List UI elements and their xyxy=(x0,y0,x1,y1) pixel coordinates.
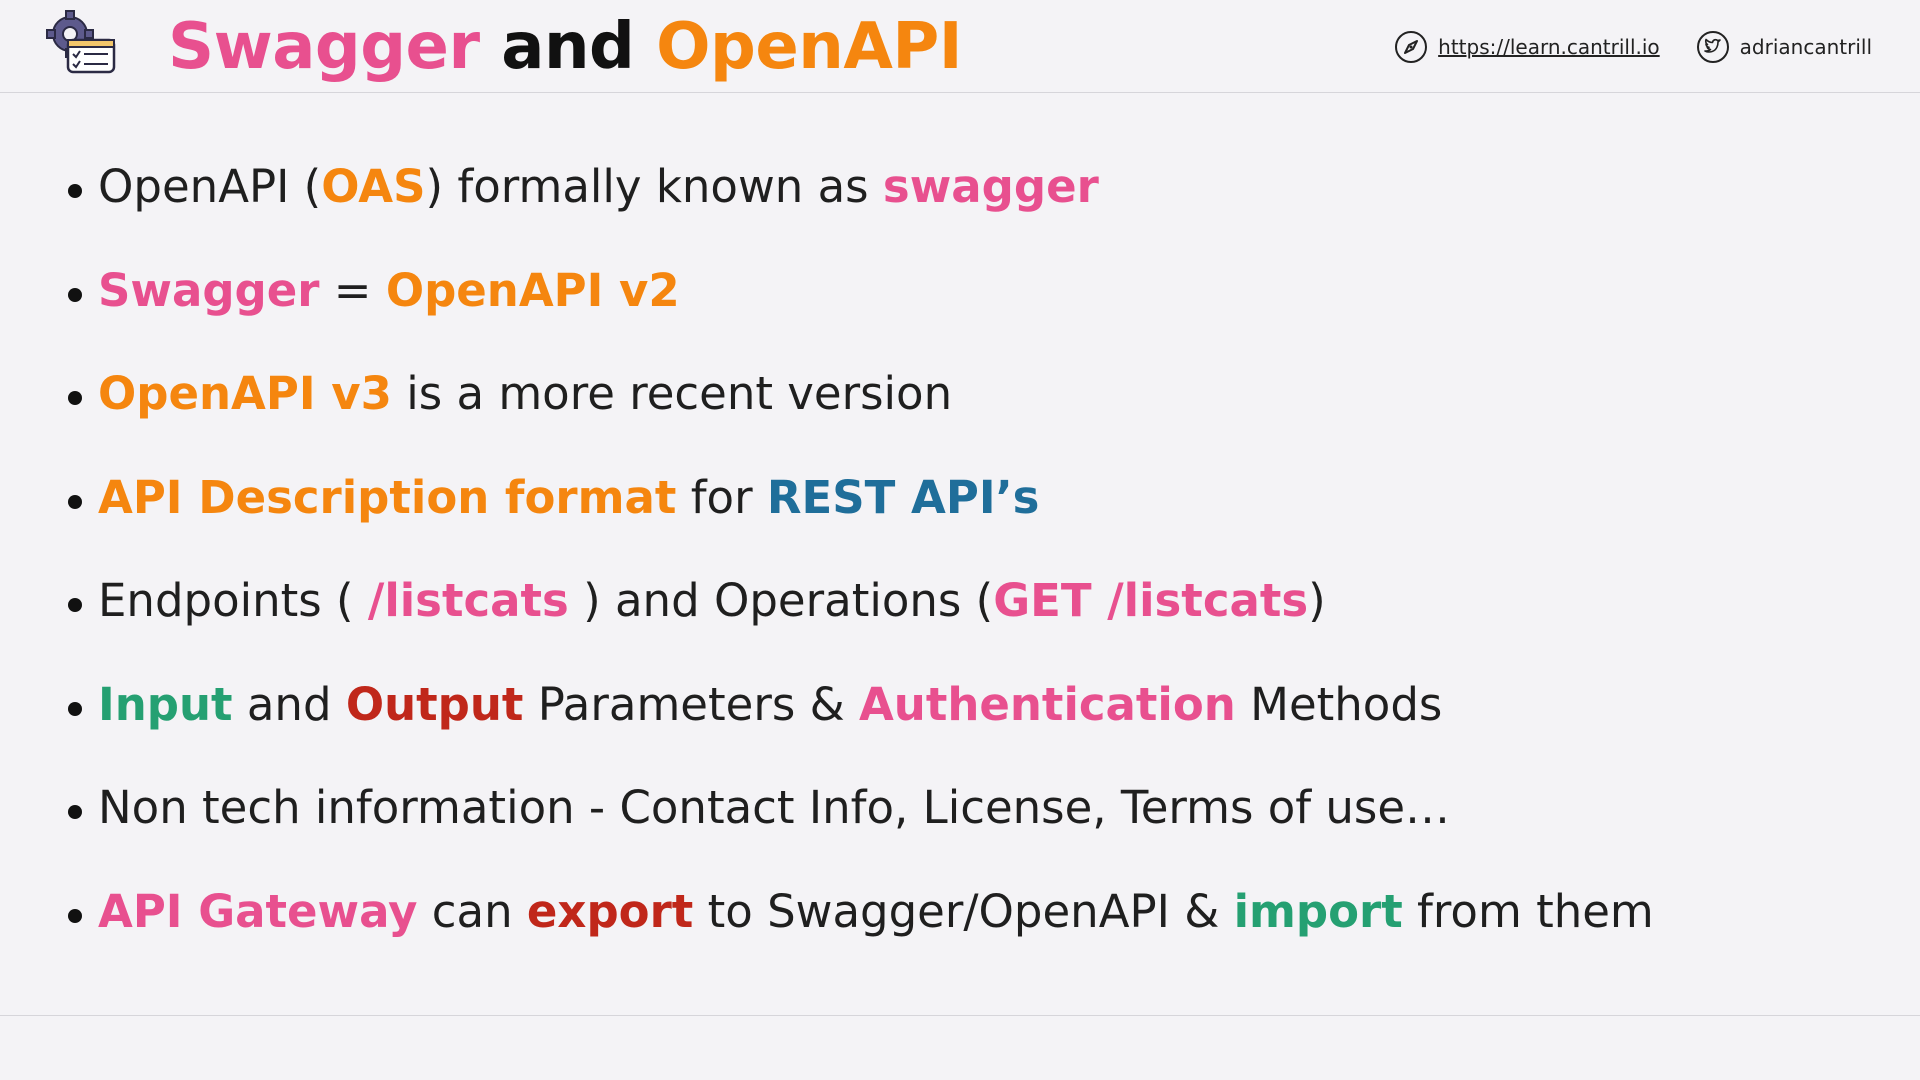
bullet-text: Parameters & xyxy=(523,677,859,731)
twitter-bird-icon xyxy=(1696,31,1729,63)
listcats-highlight: /listcats xyxy=(367,574,569,627)
compass-icon xyxy=(1395,31,1428,63)
api-gateway-highlight: API Gateway xyxy=(98,884,418,938)
openapi-v3-highlight: OpenAPI v3 xyxy=(98,367,392,420)
title-swagger: Swagger xyxy=(168,10,480,84)
bullet-openapi-oas: OpenAPI (OAS) formally known as swagger xyxy=(64,132,1654,236)
bullet-text: Endpoints ( xyxy=(98,574,368,627)
bullet-text: is a more recent version xyxy=(391,367,953,420)
authentication-highlight: Authentication xyxy=(858,677,1236,731)
bullet-text: ) xyxy=(1308,574,1326,627)
bullet-text: ) and Operations ( xyxy=(568,574,994,627)
swagger-highlight: swagger xyxy=(882,160,1099,213)
page-title: Swagger and OpenAPI xyxy=(168,2,963,92)
export-highlight: export xyxy=(526,884,694,938)
output-highlight: Output xyxy=(345,677,524,731)
twitter-link-group[interactable]: adriancantrill xyxy=(1696,30,1872,64)
bullet-description-format: API Description format for REST API’s xyxy=(64,443,1654,547)
oas-highlight: OAS xyxy=(321,160,426,213)
bullet-list: OpenAPI (OAS) formally known as swagger … xyxy=(64,132,1654,960)
bullet-non-tech: Non tech information - Contact Info, Lic… xyxy=(64,753,1654,857)
bullet-text: = xyxy=(319,263,386,317)
footer-divider xyxy=(0,1015,1920,1016)
input-highlight: Input xyxy=(98,677,233,731)
bullet-parameters: Input and Output Parameters & Authentica… xyxy=(64,650,1654,754)
bullet-text: Non tech information - Contact Info, Lic… xyxy=(98,781,1451,834)
openapi-v2-highlight: OpenAPI v2 xyxy=(385,263,680,317)
header-links: https://learn.cantrill.io adriancantrill xyxy=(1394,28,1872,66)
bullet-api-gateway: API Gateway can export to Swagger/OpenAP… xyxy=(64,857,1654,961)
import-highlight: import xyxy=(1233,884,1403,938)
bullet-swagger-v2: Swagger = OpenAPI v2 xyxy=(64,236,1654,340)
header-bar: Swagger and OpenAPI https://learn.cantri… xyxy=(0,0,1920,93)
website-link[interactable]: https://learn.cantrill.io xyxy=(1438,35,1660,59)
bullet-text: and xyxy=(232,677,346,731)
title-openapi: OpenAPI xyxy=(656,10,963,84)
title-and: and xyxy=(479,10,657,84)
bullet-text: can xyxy=(417,884,527,938)
bullet-text: to Swagger/OpenAPI & xyxy=(693,884,1234,938)
bullet-text: ) formally known as xyxy=(425,160,883,213)
gear-checklist-icon xyxy=(46,10,116,74)
bullet-endpoints: Endpoints ( /listcats ) and Operations (… xyxy=(64,546,1654,650)
website-link-group[interactable]: https://learn.cantrill.io xyxy=(1394,30,1660,64)
bullet-text: OpenAPI ( xyxy=(98,160,322,213)
swagger-highlight: Swagger xyxy=(98,263,320,317)
twitter-handle[interactable]: adriancantrill xyxy=(1740,35,1872,59)
bullet-text: for xyxy=(676,470,767,524)
bullet-text: Methods xyxy=(1235,677,1443,731)
bullet-text: from them xyxy=(1402,884,1654,938)
rest-apis-highlight: REST API’s xyxy=(766,470,1040,524)
bullet-openapi-v3: OpenAPI v3 is a more recent version xyxy=(64,339,1654,443)
api-description-highlight: API Description format xyxy=(98,470,677,524)
get-listcats-highlight: GET /listcats xyxy=(993,574,1309,627)
